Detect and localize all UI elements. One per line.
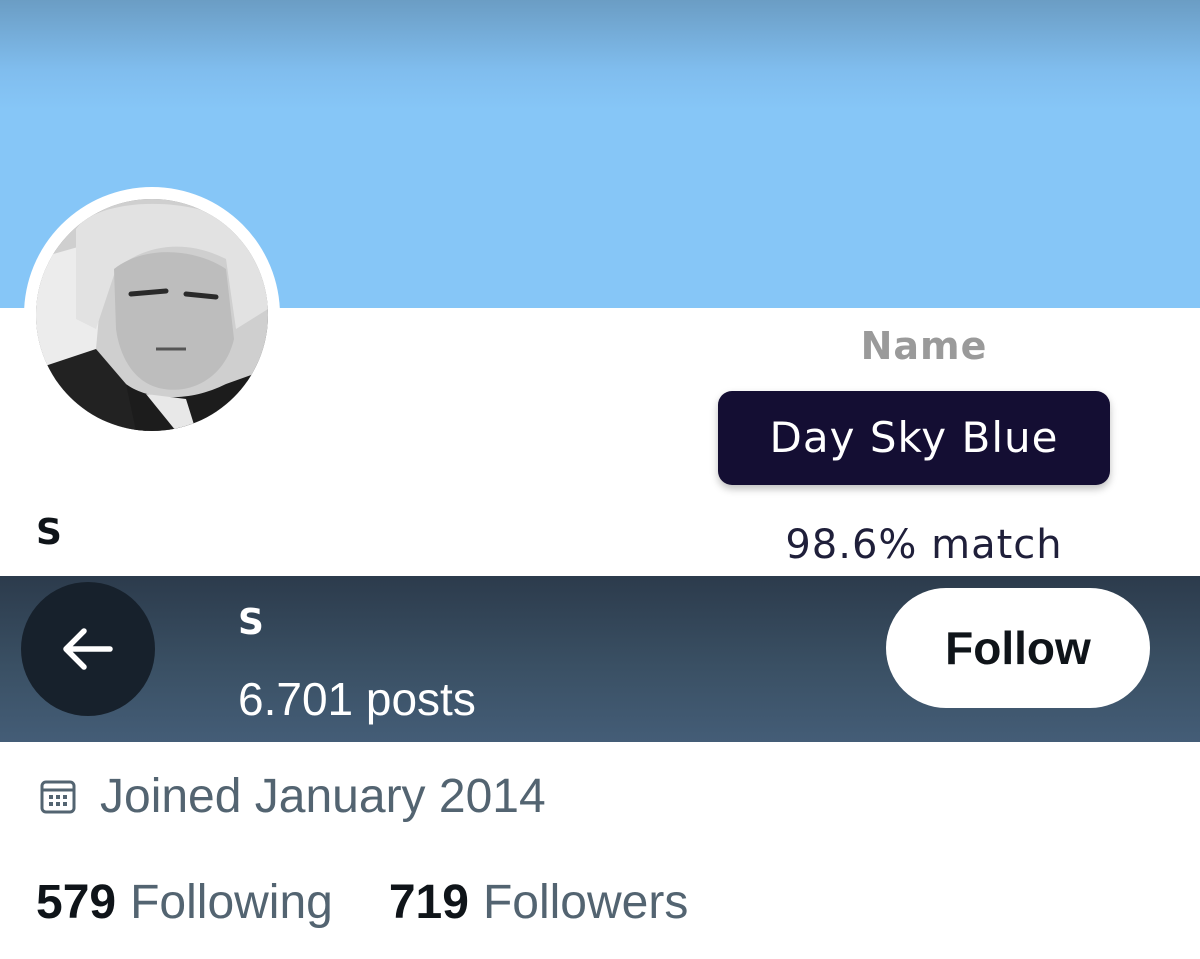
joined-date-text: Joined January 2014 [100,769,546,823]
avatar-photo [36,199,268,431]
following-label: Following [130,875,333,929]
profile-avatar[interactable] [24,187,280,443]
color-name-pill: Day Sky Blue [718,391,1110,485]
avatar-portrait-image [36,199,268,431]
followers-count: 719 [388,875,469,929]
calendar-icon [38,776,78,816]
color-match-card: Name Day Sky Blue 98.6% match [712,308,1136,576]
followers-label: Followers [482,875,689,929]
back-button[interactable] [21,582,155,716]
color-name-heading: Name [860,324,988,368]
header-display-name: S [238,602,264,643]
follow-stats: 579 Following 719 Followers [36,872,688,932]
followers-link[interactable]: 719 Followers [389,875,688,930]
color-match-percentage: 98.6% match [785,522,1063,568]
profile-display-name: S [36,512,62,553]
arrow-left-icon [63,628,113,670]
joined-date-row: Joined January 2014 [38,766,546,826]
follow-button[interactable]: Follow [886,588,1150,708]
header-post-count: 6.701 posts [238,673,476,725]
following-link[interactable]: 579 Following [36,875,333,930]
following-count: 579 [36,875,117,929]
profile-header-bar: S 6.701 posts Follow [0,576,1200,742]
